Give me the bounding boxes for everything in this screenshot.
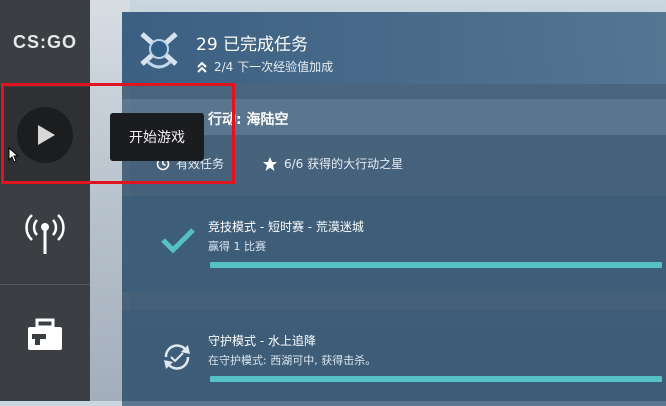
operation-stars: 6/6 获得的大行动之星	[262, 155, 403, 172]
refresh-icon	[164, 344, 190, 370]
missions-header: 29 已完成任务 2/4 下一次经验值加成	[122, 12, 666, 84]
stars-text: 6/6 获得的大行动之星	[284, 157, 404, 171]
operation-badge-icon	[140, 32, 178, 69]
mission-card[interactable]: 竞技模式 - 短时赛 - 荒漠迷城 赢得 1 比赛	[122, 196, 666, 292]
mission-title: 守护模式 - 水上追降	[208, 334, 316, 348]
xp-bonus-row: 2/4 下一次经验值加成	[196, 58, 333, 75]
logo-text: CS:GO	[12, 31, 77, 52]
inventory-button[interactable]	[0, 284, 90, 385]
highlight-box	[1, 83, 235, 184]
chevron-up-double-icon	[197, 61, 207, 73]
csgo-logo: CS:GO	[0, 0, 90, 84]
check-icon	[161, 228, 195, 254]
broadcast-button[interactable]	[0, 186, 90, 281]
briefcase-icon	[28, 318, 62, 350]
missions-panel: 29 已完成任务 2/4 下一次经验值加成 行动: 海陆空 有效任务 6/6 获…	[122, 12, 666, 406]
mission-description: 赢得 1 比赛	[208, 240, 266, 253]
sidebar: CS:GO	[0, 0, 90, 401]
mission-progress-bar	[210, 376, 662, 382]
mission-description: 在守护模式: 西湖可中, 获得击杀。	[208, 354, 377, 367]
star-icon	[263, 156, 277, 171]
mission-title: 竞技模式 - 短时赛 - 荒漠迷城	[208, 220, 364, 234]
completed-missions-count: 29 已完成任务	[196, 35, 309, 55]
mission-progress-bar	[210, 262, 662, 268]
mission-card[interactable]: 守护模式 - 水上追降 在守护模式: 西湖可中, 获得击杀。	[122, 310, 666, 406]
xp-bonus-text: 2/4 下一次经验值加成	[214, 60, 334, 74]
broadcast-icon	[25, 213, 65, 254]
